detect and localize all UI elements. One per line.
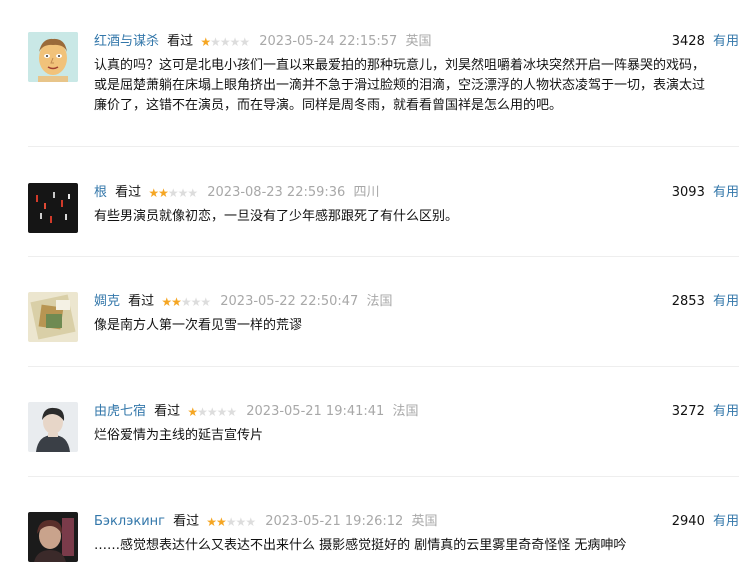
comment-location: 法国 (366, 294, 393, 309)
rating-stars: ★★★★★ (148, 183, 198, 203)
vote-count: 3093 (671, 185, 705, 200)
useful-button[interactable]: 有用 (713, 514, 739, 529)
comment-time: 2023-08-23 22:59:36 (207, 185, 346, 200)
watch-status: 看过 (173, 514, 200, 529)
rating-stars: ★★★★★ (200, 32, 250, 52)
star-empty-icon: ★★★ (225, 515, 256, 529)
divider (28, 476, 739, 477)
watch-status: 看过 (167, 34, 194, 49)
comment-location: 四川 (353, 185, 380, 200)
vote-count: 3428 (671, 34, 705, 49)
comment-time: 2023-05-21 19:41:41 (246, 404, 385, 419)
avatar[interactable] (28, 512, 78, 562)
comment-text-line: 或是屈楚萧躺在床塌上眼角挤出一滴并不急于滑过脸颊的泪滴，空泛漂浮的人物状态凌驾于… (94, 78, 706, 93)
username-link[interactable]: 由虎七宿 (94, 404, 146, 419)
star-empty-icon: ★★★★ (197, 405, 237, 419)
comment-header: 由虎七宿 看过 ★★★★★ 2023-05-21 19:41:41 法国 (94, 402, 418, 422)
avatar[interactable] (28, 292, 78, 342)
watch-status: 看过 (154, 404, 181, 419)
avatar[interactable] (28, 183, 78, 233)
comment-text: 认真的吗？这可是北电小孩们一直以来最爱拍的那种玩意儿，刘昊然咀嚼着冰块突然开启一… (94, 56, 739, 116)
vote-count: 2853 (671, 294, 705, 309)
star-filled-icon: ★★ (148, 186, 168, 200)
useful-button[interactable]: 有用 (713, 34, 739, 49)
useful-button[interactable]: 有用 (713, 185, 739, 200)
rating-stars: ★★★★★ (161, 292, 211, 312)
vote-count: 3272 (671, 404, 705, 419)
vote-area: 2853 有用 (672, 292, 739, 312)
star-empty-icon: ★★★ (167, 186, 198, 200)
star-filled-icon: ★ (200, 35, 211, 49)
star-filled-icon: ★★ (161, 295, 181, 309)
comment-header: Бэклэкинг 看过 ★★★★★ 2023-05-21 19:26:12 英… (94, 512, 437, 532)
username-link[interactable]: 根 (94, 185, 107, 200)
star-empty-icon: ★★★★ (210, 35, 250, 49)
comment-header: 婤克 看过 ★★★★★ 2023-05-22 22:50:47 法国 (94, 292, 392, 312)
avatar[interactable] (28, 402, 78, 452)
watch-status: 看过 (128, 294, 155, 309)
vote-area: 3428 有用 (672, 32, 739, 52)
divider (28, 146, 739, 147)
star-filled-icon: ★ (187, 405, 198, 419)
comment-time: 2023-05-22 22:50:47 (220, 294, 359, 309)
comment-text-line: 认真的吗？这可是北电小孩们一直以来最爱拍的那种玩意儿，刘昊然咀嚼着冰块突然开启一… (94, 58, 706, 73)
useful-button[interactable]: 有用 (713, 404, 739, 419)
comment-header: 根 看过 ★★★★★ 2023-08-23 22:59:36 四川 (94, 183, 379, 203)
comment-location: 英国 (405, 34, 432, 49)
vote-area: 3093 有用 (672, 183, 739, 203)
comment-text-line: 像是南方人第一次看见雪一样的荒谬 (94, 318, 303, 333)
comment-text-line: 烂俗爱情为主线的延吉宣传片 (94, 428, 264, 443)
comment-header: 红酒与谋杀 看过 ★★★★★ 2023-05-24 22:15:57 英国 (94, 32, 431, 52)
vote-count: 2940 (671, 514, 705, 529)
comment-text: 有些男演员就像初恋，一旦没有了少年感那跟死了有什么区别。 (94, 207, 739, 227)
comment-time: 2023-05-21 19:26:12 (265, 514, 404, 529)
username-link[interactable]: Бэклэкинг (94, 514, 165, 529)
vote-area: 3272 有用 (672, 402, 739, 422)
watch-status: 看过 (115, 185, 142, 200)
star-filled-icon: ★★ (206, 515, 226, 529)
divider (28, 256, 739, 257)
comment-text-line: 廉价了，这错不在演员，而在导演。同样是周冬雨，就看看曾国祥是怎么用的吧。 (94, 98, 563, 113)
comment-text-line: 有些男演员就像初恋，一旦没有了少年感那跟死了有什么区别。 (94, 209, 459, 224)
vote-area: 2940 有用 (672, 512, 739, 532)
username-link[interactable]: 红酒与谋杀 (94, 34, 159, 49)
useful-button[interactable]: 有用 (713, 294, 739, 309)
comment-location: 英国 (411, 514, 438, 529)
username-link[interactable]: 婤克 (94, 294, 120, 309)
star-empty-icon: ★★★ (180, 295, 211, 309)
divider (28, 366, 739, 367)
avatar[interactable] (28, 32, 78, 82)
comment-text: 像是南方人第一次看见雪一样的荒谬 (94, 316, 739, 336)
rating-stars: ★★★★★ (206, 512, 256, 532)
rating-stars: ★★★★★ (187, 402, 237, 422)
comment-text-line: ……感觉想表达什么又表达不出来什么 摄影感觉挺好的 剧情真的云里雾里奇奇怪怪 无… (94, 538, 627, 553)
comment-location: 法国 (392, 404, 419, 419)
comment-text: ……感觉想表达什么又表达不出来什么 摄影感觉挺好的 剧情真的云里雾里奇奇怪怪 无… (94, 536, 739, 556)
comment-time: 2023-05-24 22:15:57 (259, 34, 398, 49)
comment-text: 烂俗爱情为主线的延吉宣传片 (94, 426, 739, 446)
